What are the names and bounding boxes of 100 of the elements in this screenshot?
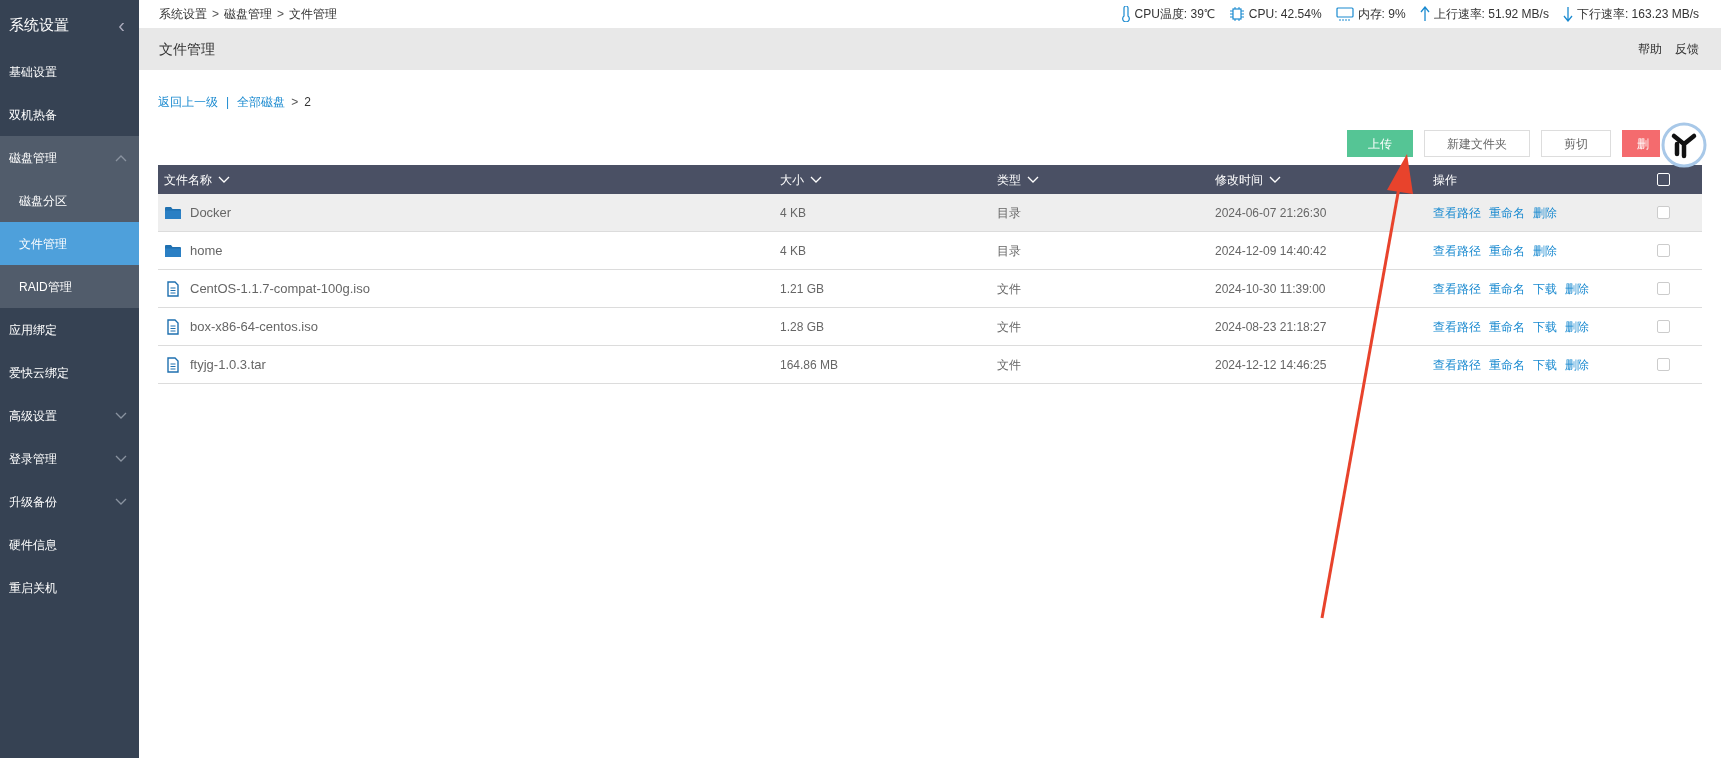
- table-cell-text: 1.28 GB: [779, 318, 825, 336]
- toolbar-button[interactable]: 新建文件夹: [1424, 130, 1530, 157]
- action-link[interactable]: 删除: [1565, 279, 1589, 298]
- breadcrumb-item[interactable]: 文件管理: [289, 5, 338, 23]
- status-reading: 内存: 9%: [1357, 6, 1406, 23]
- action-link[interactable]: 查看路径: [1433, 279, 1481, 298]
- action-link[interactable]: 重命名: [1489, 279, 1525, 298]
- table-cell-text: 2024-06-07 21:26:30: [1214, 204, 1327, 222]
- sort-caret-icon: [1269, 175, 1281, 184]
- sidebar-item[interactable]: 双机热备: [0, 93, 139, 136]
- document-icon: [165, 356, 181, 373]
- table-cell-text: 目录: [996, 204, 1021, 222]
- sidebar-title: 系统设置: [9, 14, 69, 35]
- chevron-down-icon: [115, 454, 127, 463]
- row-checkbox[interactable]: [1657, 282, 1670, 295]
- action-link[interactable]: 重命名: [1489, 203, 1525, 222]
- status-reading: CPU温度: 39℃: [1134, 6, 1215, 23]
- sidebar-item[interactable]: 磁盘管理: [0, 136, 139, 179]
- file-name[interactable]: CentOS-1.1.7-compat-100g.iso: [190, 278, 370, 299]
- table-cell-text: 2024-08-23 21:18:27: [1214, 318, 1327, 336]
- column-header: 操作: [1433, 171, 1457, 189]
- breadcrumb-separator: >: [212, 6, 219, 23]
- file-name[interactable]: box-x86-64-centos.iso: [190, 316, 318, 337]
- table-cell-text: 4 KB: [779, 242, 806, 260]
- column-header[interactable]: 修改时间: [1215, 170, 1281, 189]
- arrow-up-icon: [1419, 6, 1430, 22]
- sidebar-item[interactable]: 重启关机: [0, 566, 139, 609]
- sidebar-item[interactable]: 硬件信息: [0, 523, 139, 566]
- breadcrumb-item[interactable]: 磁盘管理: [224, 5, 272, 23]
- sidebar-item[interactable]: 基础设置: [0, 50, 139, 93]
- column-header[interactable]: 类型: [997, 170, 1039, 189]
- table-cell-text: 文件: [996, 318, 1021, 336]
- action-link[interactable]: 删除: [1565, 355, 1589, 374]
- action-link[interactable]: 下载: [1533, 279, 1557, 298]
- sidebar-subitem[interactable]: RAID管理: [0, 265, 139, 308]
- action-link[interactable]: 重命名: [1489, 241, 1525, 260]
- action-link[interactable]: 重命名: [1489, 317, 1525, 336]
- select-all-checkbox[interactable]: [1657, 173, 1670, 186]
- thermometer-icon: [1120, 6, 1131, 22]
- table-cell-text: 2024-12-09 14:40:42: [1214, 242, 1327, 260]
- folder-icon: [165, 243, 181, 258]
- sidebar-item[interactable]: 爱快云绑定: [0, 351, 139, 394]
- breadcrumb-separator: >: [277, 6, 285, 23]
- folder-icon: [165, 205, 181, 220]
- row-checkbox[interactable]: [1657, 358, 1670, 371]
- chevron-down-icon: [115, 411, 127, 420]
- sidebar-item[interactable]: 应用绑定: [0, 308, 139, 351]
- table-cell-text: 2024-12-12 14:46:25: [1214, 356, 1327, 374]
- table-cell-text: 目录: [996, 242, 1021, 260]
- sidebar-subitem[interactable]: 磁盘分区: [0, 179, 139, 222]
- sort-caret-icon: [810, 175, 822, 184]
- action-link[interactable]: 查看路径: [1433, 203, 1481, 222]
- action-link[interactable]: 下载: [1533, 355, 1557, 374]
- row-checkbox[interactable]: [1657, 320, 1670, 333]
- path-divider: |: [225, 94, 231, 111]
- status-reading: CPU: 42.54%: [1248, 6, 1322, 23]
- sidebar-item[interactable]: 登录管理: [0, 437, 139, 480]
- monitor-icon: [1335, 7, 1354, 21]
- column-header[interactable]: 文件名称: [164, 170, 230, 189]
- chevron-down-icon: [115, 497, 127, 506]
- floating-assistant-icon[interactable]: [1661, 122, 1707, 168]
- path-separator: >: [291, 94, 299, 111]
- status-reading: 下行速率: 163.23 MB/s: [1576, 6, 1699, 23]
- file-name[interactable]: Docker: [190, 202, 232, 223]
- breadcrumb-item[interactable]: 系统设置: [159, 5, 207, 23]
- back-link[interactable]: 返回上一级: [158, 93, 218, 111]
- toolbar-button[interactable]: 剪切: [1541, 130, 1611, 157]
- sidebar-item[interactable]: 高级设置: [0, 394, 139, 437]
- action-link[interactable]: 删除: [1565, 317, 1589, 336]
- path-link[interactable]: 全部磁盘: [237, 93, 286, 111]
- action-link[interactable]: 删除: [1533, 203, 1557, 222]
- row-checkbox[interactable]: [1657, 206, 1670, 219]
- action-link[interactable]: 下载: [1533, 317, 1557, 336]
- header-link[interactable]: 反馈: [1675, 40, 1699, 58]
- header-link[interactable]: 帮助: [1638, 40, 1662, 58]
- document-icon: [165, 280, 181, 297]
- collapse-button[interactable]: ‹: [118, 15, 125, 35]
- sort-caret-icon: [218, 175, 230, 184]
- file-name[interactable]: home: [190, 240, 223, 261]
- action-link[interactable]: 查看路径: [1433, 355, 1481, 374]
- sort-caret-icon: [1027, 175, 1039, 184]
- arrow-down-icon: [1562, 6, 1573, 22]
- table-cell-text: 文件: [996, 280, 1021, 298]
- action-link[interactable]: 删除: [1533, 241, 1557, 260]
- table-cell-text: 164.86 MB: [779, 356, 839, 374]
- document-icon: [165, 318, 181, 335]
- row-checkbox[interactable]: [1657, 244, 1670, 257]
- path-current: 2: [304, 94, 311, 111]
- sidebar-item[interactable]: 升级备份: [0, 480, 139, 523]
- file-name[interactable]: ftyjg-1.0.3.tar: [190, 354, 266, 375]
- chevron-up-icon: [115, 153, 127, 162]
- action-link[interactable]: 查看路径: [1433, 241, 1481, 260]
- action-link[interactable]: 查看路径: [1433, 317, 1481, 336]
- table-cell-text: 2024-10-30 11:39:00: [1214, 280, 1326, 298]
- table-cell-text: 文件: [996, 356, 1021, 374]
- page-title: 文件管理: [159, 39, 215, 59]
- table-cell-text: 1.21 GB: [779, 280, 825, 298]
- action-link[interactable]: 重命名: [1489, 355, 1525, 374]
- status-reading: 上行速率: 51.92 MB/s: [1433, 6, 1549, 23]
- column-header[interactable]: 大小: [780, 170, 822, 189]
